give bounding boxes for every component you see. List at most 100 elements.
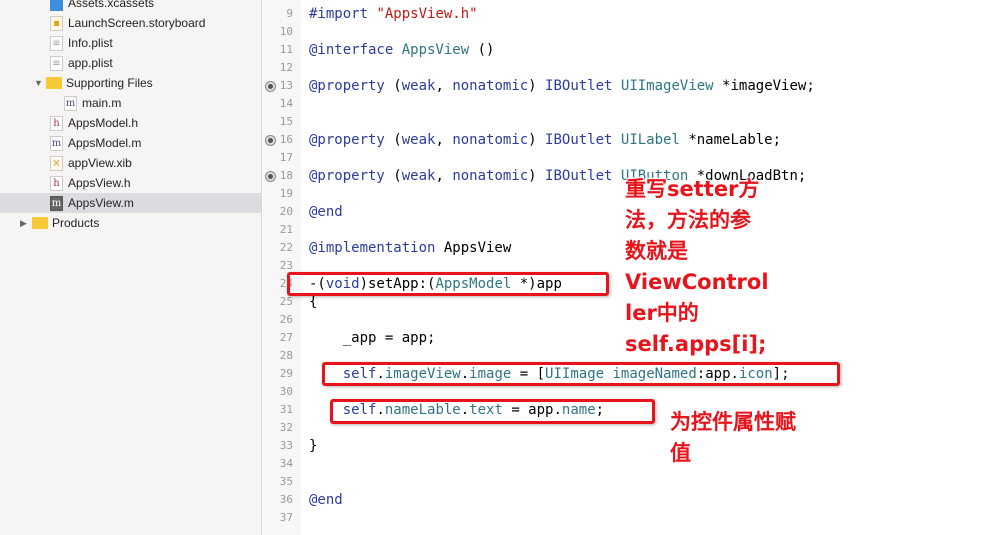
code-line[interactable]: @end xyxy=(309,491,343,509)
line-number: 20 xyxy=(279,205,293,218)
line-number: 34 xyxy=(279,457,293,470)
navigator-item-label: AppsModel.m xyxy=(68,136,142,150)
line-number: 14 xyxy=(279,97,293,110)
disclosure-collapsed-icon[interactable]: ▶ xyxy=(20,218,32,229)
outlet-connection-icon[interactable] xyxy=(265,171,276,182)
navigator-item-label: AppsView.h xyxy=(68,176,131,190)
code-token: @property xyxy=(309,168,394,184)
code-token: IBOutlet xyxy=(545,78,621,94)
h-file-icon: h xyxy=(50,115,63,131)
code-token: UIImageView xyxy=(620,78,723,94)
h-file-icon: h xyxy=(50,175,63,191)
navigator-item[interactable]: m AppsView.m xyxy=(0,193,261,213)
line-number: 21 xyxy=(279,223,293,236)
code-line[interactable]: @end xyxy=(309,203,343,221)
code-line[interactable]: } xyxy=(309,437,317,455)
navigator-item[interactable]: ≡ Info.plist xyxy=(0,33,261,53)
line-number: 12 xyxy=(279,61,293,74)
code-token: *imageView; xyxy=(722,78,815,94)
outlet-connection-icon[interactable] xyxy=(265,81,276,92)
code-token: AppsView xyxy=(401,42,470,58)
code-line[interactable]: @property (weak, nonatomic) IBOutlet UII… xyxy=(309,77,815,95)
code-token: , xyxy=(435,132,453,148)
plist-icon: ≡ xyxy=(50,55,63,71)
navigator-item-label: app.plist xyxy=(68,56,113,70)
navigator-item-label: appView.xib xyxy=(68,156,132,170)
outlet-connection-icon[interactable] xyxy=(265,135,276,146)
highlight-box-setter xyxy=(287,272,609,296)
line-number: 37 xyxy=(279,511,293,524)
navigator-item-label: Info.plist xyxy=(68,36,113,50)
code-line[interactable]: #import "AppsView.h" xyxy=(309,5,478,23)
annotation-assign: 为控件属性赋 值 xyxy=(670,410,796,465)
navigator-item-label: Supporting Files xyxy=(66,76,153,90)
assets-icon xyxy=(50,0,63,11)
code-token: IBOutlet xyxy=(545,132,621,148)
code-token: , xyxy=(435,78,453,94)
code-token: weak xyxy=(401,78,436,94)
line-number: 10 xyxy=(279,25,293,38)
navigator-item[interactable]: m AppsModel.m xyxy=(0,133,261,153)
line-number: 19 xyxy=(279,187,293,200)
code-token: weak xyxy=(401,132,436,148)
code-token: IBOutlet xyxy=(545,168,621,184)
code-token: nonatomic xyxy=(452,168,529,184)
storyboard-icon: ▪ xyxy=(50,15,63,31)
line-number: 29 xyxy=(279,367,293,380)
navigator-item[interactable]: ≡ app.plist xyxy=(0,53,261,73)
code-token: { xyxy=(309,294,318,310)
code-token: ( xyxy=(393,78,402,94)
code-token: } xyxy=(309,438,318,454)
navigator-item-label: LaunchScreen.storyboard xyxy=(68,16,206,30)
code-token: ) xyxy=(528,132,546,148)
navigator-item[interactable]: h AppsModel.h xyxy=(0,113,261,133)
code-token: @property xyxy=(309,78,394,94)
code-token: () xyxy=(469,42,495,58)
code-line[interactable]: @implementation AppsView xyxy=(309,239,511,257)
code-token: UILabel xyxy=(620,132,689,148)
code-token: _app = app; xyxy=(309,330,436,346)
navigator-item[interactable]: ▶ Products xyxy=(0,213,261,233)
navigator-item[interactable]: ▪ LaunchScreen.storyboard xyxy=(0,13,261,33)
code-token: AppsView xyxy=(443,240,512,256)
navigator-item[interactable]: × appView.xib xyxy=(0,153,261,173)
navigator-item-label: AppsModel.h xyxy=(68,116,139,130)
line-number: 30 xyxy=(279,385,293,398)
line-number: 32 xyxy=(279,421,293,434)
line-number: 27 xyxy=(279,331,293,344)
navigator-item-label: AppsView.m xyxy=(68,196,134,210)
disclosure-expanded-icon[interactable]: ▼ xyxy=(34,78,46,88)
line-number: 28 xyxy=(279,349,293,362)
code-token: ) xyxy=(528,168,546,184)
folder-icon xyxy=(46,77,62,89)
navigator-item[interactable]: ▼ Supporting Files xyxy=(0,73,261,93)
code-token: ( xyxy=(393,132,402,148)
code-line[interactable]: _app = app; xyxy=(309,329,436,347)
code-token: ) xyxy=(528,78,546,94)
line-number: 15 xyxy=(279,115,293,128)
code-line[interactable]: @interface AppsView () xyxy=(309,41,494,59)
code-token: @end xyxy=(309,204,343,220)
line-number: 33 xyxy=(279,439,293,452)
project-navigator: Assets.xcassets ▪ LaunchScreen.storyboard ≡… xyxy=(0,0,262,535)
navigator-item[interactable]: Assets.xcassets xyxy=(0,0,261,13)
navigator-item-label: Products xyxy=(52,216,100,230)
navigator-item[interactable]: m main.m xyxy=(0,93,261,113)
folder-icon xyxy=(32,217,48,229)
highlight-box-name xyxy=(330,399,655,424)
code-token: @implementation xyxy=(309,240,444,256)
code-line[interactable]: @property (weak, nonatomic) IBOutlet UIL… xyxy=(309,131,781,149)
line-number: 26 xyxy=(279,313,293,326)
m-file-icon: m xyxy=(50,195,63,211)
code-token: nonatomic xyxy=(452,78,529,94)
code-token: @end xyxy=(309,492,343,508)
m-file-icon: m xyxy=(64,95,77,111)
code-token: ( xyxy=(393,168,402,184)
navigator-item-label: Assets.xcassets xyxy=(68,0,155,10)
code-token: #import xyxy=(309,6,377,22)
line-number: 9 xyxy=(286,7,293,20)
m-file-icon: m xyxy=(50,135,63,151)
navigator-item[interactable]: h AppsView.h xyxy=(0,173,261,193)
code-token: @property xyxy=(309,132,394,148)
line-number: 17 xyxy=(279,151,293,164)
